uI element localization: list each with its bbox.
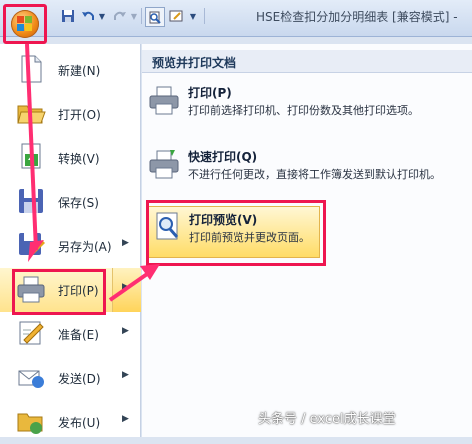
watermark-text: 头条号 / excel成长课堂 bbox=[258, 412, 396, 427]
annotation-arrows bbox=[25, 43, 160, 302]
